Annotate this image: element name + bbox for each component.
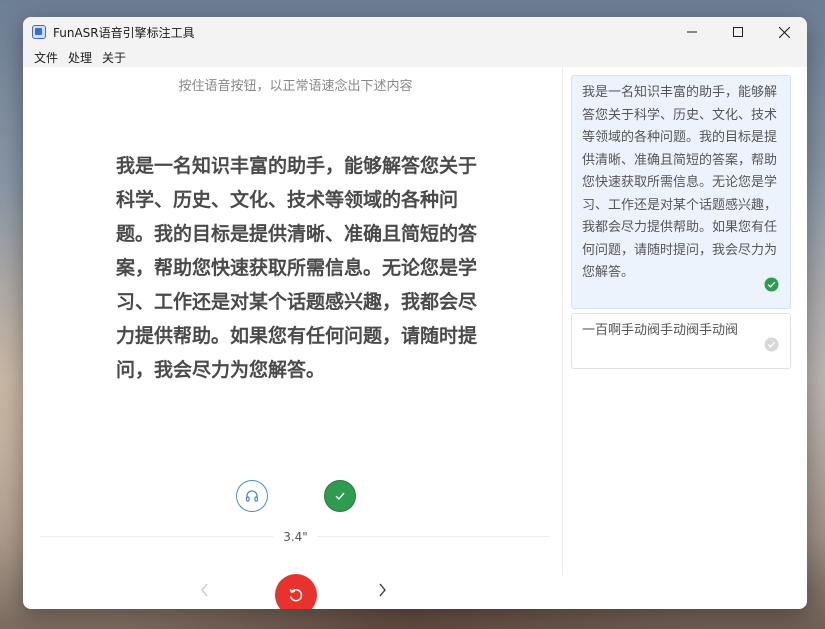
playback-button[interactable] <box>236 480 268 512</box>
done-status <box>764 277 779 301</box>
main-content: 按住语音按钮，以正常语速念出下述内容 我是一名知识丰富的助手，能够解答您关于科学… <box>23 67 807 609</box>
duration-display: 3.4" <box>23 530 568 544</box>
previous-button[interactable] <box>199 582 211 602</box>
close-button[interactable] <box>761 17 807 47</box>
list-item[interactable]: 一百啊手动阀手动阀手动阀 <box>571 313 791 369</box>
app-window: FunASR语音引擎标注工具 文件 处理 关于 按住语音按钮，以正常语速念出下述… <box>23 17 807 609</box>
app-icon <box>32 25 46 39</box>
list-item[interactable]: 我是一名知识丰富的助手，能够解答您关于科学、历史、文化、技术等领域的各种问题。我… <box>571 75 791 309</box>
list-item-text: 我是一名知识丰富的助手，能够解答您关于科学、历史、文化、技术等领域的各种问题。我… <box>582 85 778 280</box>
panel-separator <box>562 67 563 575</box>
close-icon <box>778 26 790 38</box>
sentence-list: 我是一名知识丰富的助手，能够解答您关于科学、历史、文化、技术等领域的各种问题。我… <box>571 75 791 373</box>
headphones-icon <box>245 490 259 502</box>
minimize-button[interactable] <box>669 17 715 47</box>
window-controls <box>669 17 807 47</box>
window-title: FunASR语音引擎标注工具 <box>53 25 195 40</box>
menu-file[interactable]: 文件 <box>29 49 63 66</box>
chevron-left-icon <box>201 583 208 597</box>
pending-status <box>764 337 779 361</box>
record-button[interactable] <box>275 574 317 609</box>
prompt-text: 我是一名知识丰富的助手，能够解答您关于科学、历史、文化、技术等领域的各种问题。我… <box>116 155 478 381</box>
next-button[interactable] <box>376 582 388 602</box>
duration-value: 3.4" <box>273 530 318 544</box>
maximize-icon <box>733 27 743 37</box>
check-circle-icon <box>764 277 779 291</box>
minimize-icon <box>687 31 697 33</box>
list-item-text: 一百啊手动阀手动阀手动阀 <box>582 323 739 338</box>
check-circle-icon <box>764 337 779 351</box>
chevron-right-icon <box>379 583 386 597</box>
maximize-button[interactable] <box>715 17 761 47</box>
menu-bar: 文件 处理 关于 <box>23 47 807 67</box>
recording-panel: 按住语音按钮，以正常语速念出下述内容 我是一名知识丰富的助手，能够解答您关于科学… <box>23 67 563 609</box>
refresh-icon <box>289 588 303 602</box>
menu-about[interactable]: 关于 <box>97 49 131 66</box>
menu-process[interactable]: 处理 <box>63 49 97 66</box>
title-bar: FunASR语音引擎标注工具 <box>23 17 807 47</box>
confirm-button[interactable] <box>324 480 356 512</box>
instruction-text: 按住语音按钮，以正常语速念出下述内容 <box>178 79 413 94</box>
check-icon <box>335 492 345 501</box>
